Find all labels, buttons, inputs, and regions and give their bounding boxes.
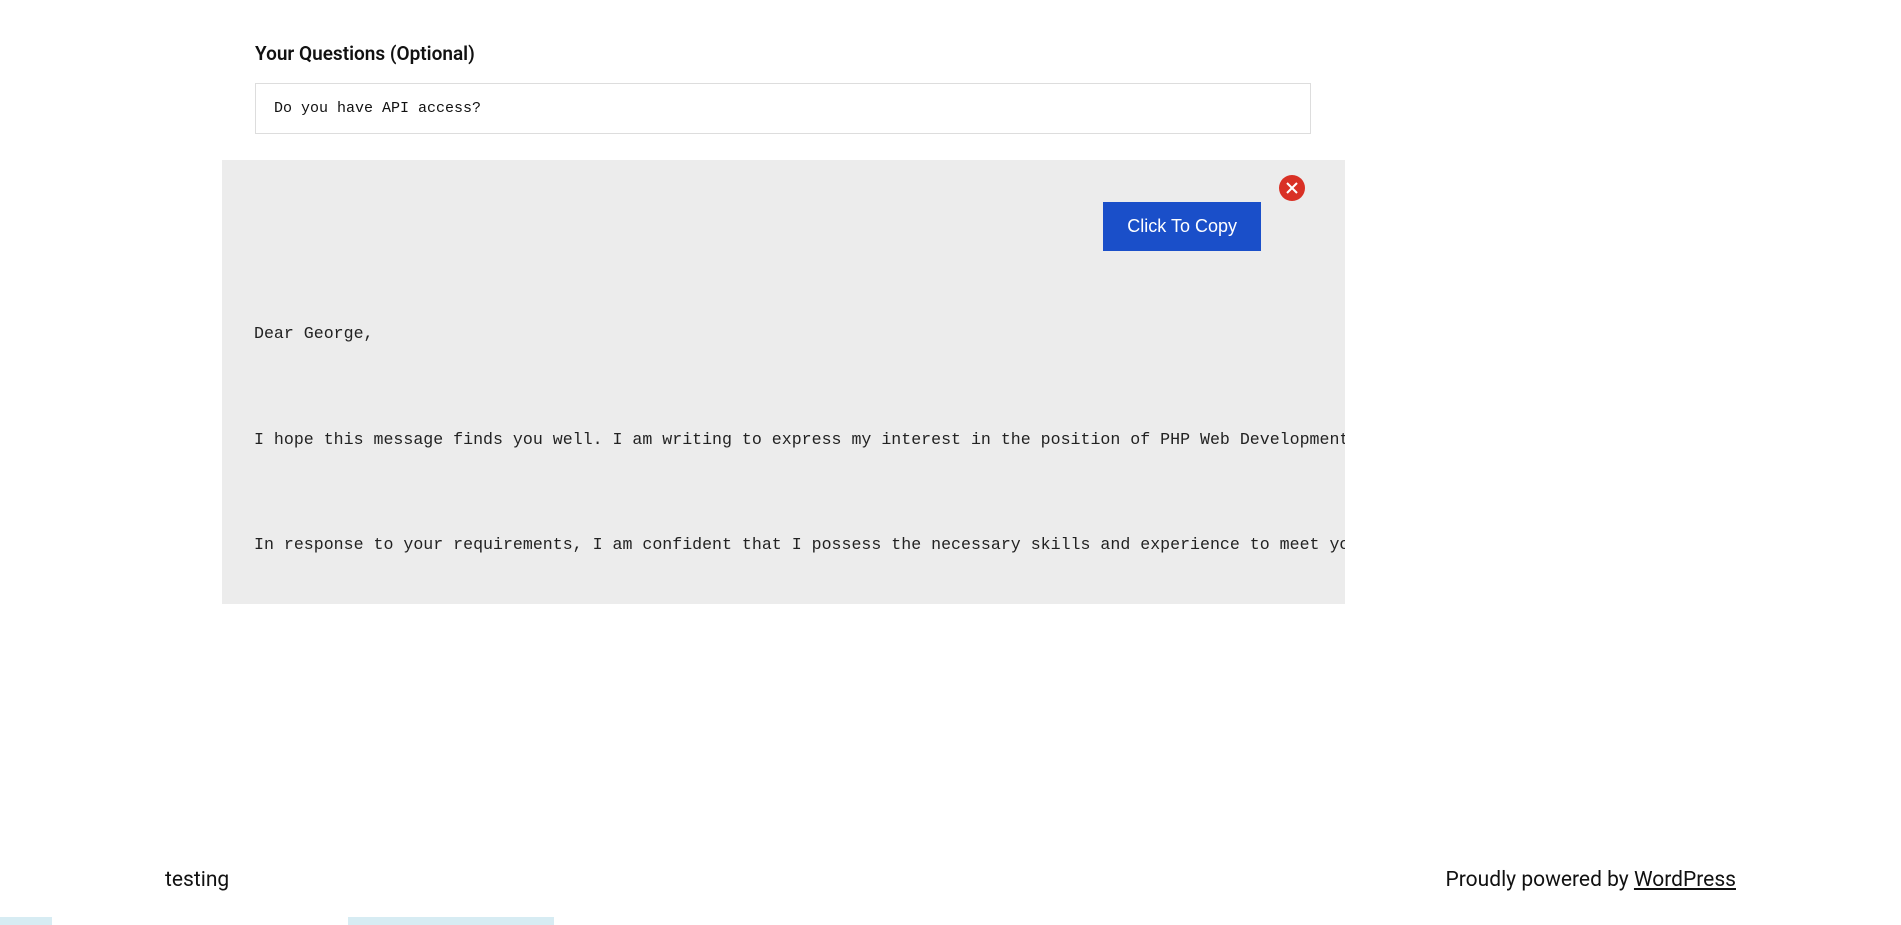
- letter-body: Dear George, I hope this message finds y…: [222, 160, 1345, 604]
- questions-field-label: Your Questions (Optional): [255, 42, 1646, 65]
- footer: testing Proudly powered by WordPress: [0, 868, 1901, 892]
- powered-by-prefix: Proudly powered by: [1446, 868, 1634, 892]
- bottom-decoration-bar: [0, 917, 1901, 925]
- powered-by: Proudly powered by WordPress: [1446, 868, 1736, 892]
- site-title[interactable]: testing: [165, 868, 229, 892]
- generated-letter-modal: Click To Copy Dear George, I hope this m…: [222, 160, 1345, 604]
- letter-scroll-container[interactable]: Dear George, I hope this message finds y…: [222, 160, 1345, 604]
- questions-textarea[interactable]: Do you have API access?: [255, 83, 1311, 134]
- wordpress-link[interactable]: WordPress: [1634, 868, 1736, 892]
- letter-paragraph: I hope this message finds you well. I am…: [254, 427, 1345, 454]
- letter-paragraph: In response to your requirements, I am c…: [254, 532, 1345, 559]
- letter-greeting: Dear George,: [254, 321, 1345, 348]
